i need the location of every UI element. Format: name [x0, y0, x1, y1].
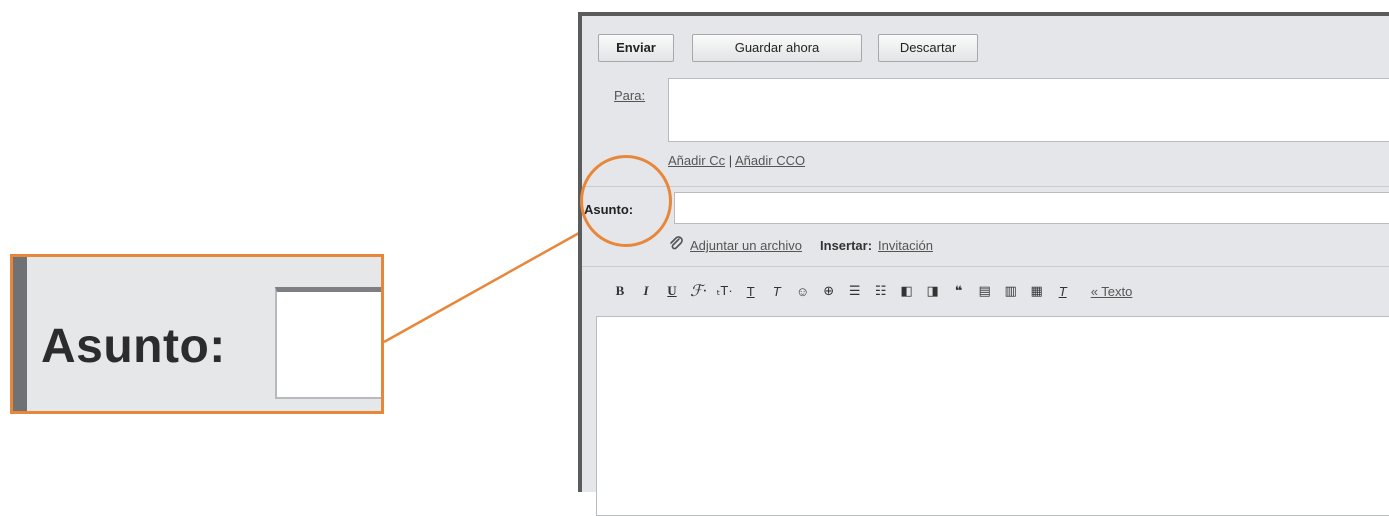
send-button[interactable]: Enviar [598, 34, 674, 62]
text-color-icon[interactable]: T [743, 282, 759, 300]
formatting-toolbar: B I U ℱ· ₜT· T T ☺ ⊕ ☰ ☷ ◧ ◨ ❝ ▤ ▥ ▦ T «… [612, 282, 1133, 300]
add-bcc-link[interactable]: Añadir CCO [735, 153, 805, 168]
subject-field[interactable] [674, 192, 1389, 224]
cc-bcc-links: Añadir Cc | Añadir CCO [668, 153, 805, 168]
link-icon[interactable]: ⊕ [821, 282, 837, 300]
invitation-link[interactable]: Invitación [878, 238, 933, 253]
add-cc-link[interactable]: Añadir Cc [668, 153, 725, 168]
attach-file-link[interactable]: Adjuntar un archivo [690, 238, 802, 253]
underline-icon[interactable]: U [664, 282, 680, 300]
paperclip-icon[interactable] [668, 236, 684, 255]
align-center-icon[interactable]: ▥ [1003, 282, 1019, 300]
discard-button[interactable]: Descartar [878, 34, 978, 62]
italic-icon[interactable]: I [638, 282, 654, 300]
bold-icon[interactable]: B [612, 282, 628, 300]
indent-less-icon[interactable]: ◧ [899, 282, 915, 300]
indent-more-icon[interactable]: ◨ [925, 282, 941, 300]
bullet-list-icon[interactable]: ☷ [873, 282, 889, 300]
highlight-color-icon[interactable]: T [769, 282, 785, 300]
attach-row: Adjuntar un archivo Insertar: Invitación [668, 236, 933, 255]
numbered-list-icon[interactable]: ☰ [847, 282, 863, 300]
align-left-icon[interactable]: ▤ [977, 282, 993, 300]
quote-icon[interactable]: ❝ [951, 282, 967, 300]
compose-window: Enviar Guardar ahora Descartar Para: Aña… [578, 12, 1389, 516]
emoji-icon[interactable]: ☺ [795, 282, 811, 300]
font-size-icon[interactable]: ₜT· [717, 282, 733, 300]
save-now-button[interactable]: Guardar ahora [692, 34, 862, 62]
to-label-link[interactable]: Para: [614, 88, 645, 103]
toolbar-divider [582, 266, 1389, 267]
remove-formatting-icon[interactable]: T [1055, 282, 1071, 300]
plain-text-link[interactable]: « Texto [1091, 284, 1133, 299]
message-body[interactable] [596, 316, 1389, 516]
header-divider [582, 186, 1389, 187]
subject-highlight-circle [580, 155, 672, 247]
align-right-icon[interactable]: ▦ [1029, 282, 1045, 300]
insert-label: Insertar: [820, 238, 873, 253]
font-family-icon[interactable]: ℱ· [690, 282, 707, 300]
to-field[interactable] [668, 78, 1389, 142]
cc-separator: | [728, 153, 733, 168]
